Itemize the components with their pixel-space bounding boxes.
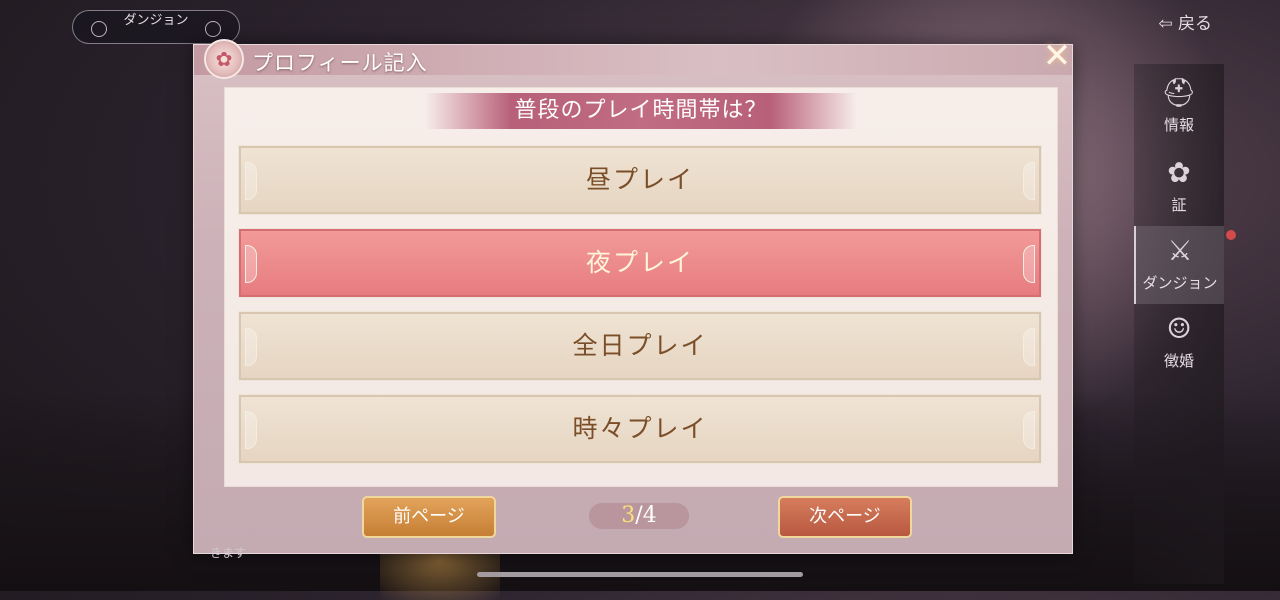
side-menu: ⛑ 情報 ✿ 証 ⚔ ダンジョン ☺ 徴婚: [1134, 64, 1236, 584]
option-ornament-left: [245, 411, 257, 449]
option-night-play[interactable]: 夜プレイ: [238, 228, 1042, 298]
option-ornament-right: [1023, 245, 1035, 283]
side-item-proof[interactable]: ✿ 証: [1134, 156, 1224, 215]
option-ornament-right: [1023, 411, 1035, 449]
lotus-icon: ✿: [1167, 156, 1191, 189]
back-label: 戻る: [1178, 14, 1212, 34]
dungeon-pill-button[interactable]: ダンジョン: [72, 10, 240, 44]
option-ornament-right: [1023, 328, 1035, 366]
side-item-proof-label: 証: [1171, 196, 1187, 214]
next-page-button[interactable]: 次ページ: [778, 496, 912, 538]
lotus-emblem-icon: ✿: [204, 39, 244, 79]
helmet-icon: ⛑: [1161, 76, 1197, 109]
page-indicator: 3/4: [589, 503, 689, 529]
option-ornament-left: [245, 245, 257, 283]
close-icon[interactable]: ✕: [1038, 37, 1076, 75]
ornament-right-icon: [205, 21, 221, 37]
option-sometimes-play[interactable]: 時々プレイ: [238, 394, 1042, 464]
side-item-info-label: 情報: [1163, 116, 1194, 134]
option-all-day-play[interactable]: 全日プレイ: [238, 311, 1042, 381]
side-item-marriage[interactable]: ☺ 徴婚: [1134, 312, 1224, 371]
option-label: 時々プレイ: [572, 414, 708, 443]
sword-emblem-icon: ⚔: [1167, 234, 1193, 267]
question-banner: 普段のプレイ時間帯は？: [425, 93, 857, 129]
footer-hint: きます: [210, 546, 247, 560]
option-ornament-right: [1023, 162, 1035, 200]
portrait-icon: ☺: [1166, 312, 1192, 345]
back-arrow-icon: ⇦: [1158, 14, 1173, 34]
page-current: 3: [621, 503, 636, 528]
profile-dialog: ✿ プロフィール記入 ✕ 普段のプレイ時間帯は？ 昼プレイ 夜プレイ 全日プレイ…: [193, 37, 1073, 554]
prev-page-button[interactable]: 前ページ: [362, 496, 496, 538]
back-button[interactable]: ⇦ 戻る: [1158, 9, 1212, 34]
option-label: 全日プレイ: [572, 331, 708, 360]
option-label: 夜プレイ: [585, 248, 694, 277]
ornament-left-icon: [91, 21, 107, 37]
side-item-info[interactable]: ⛑ 情報: [1134, 76, 1224, 135]
dungeon-pill-label: ダンジョン: [123, 13, 189, 28]
option-ornament-left: [245, 328, 257, 366]
option-ornament-left: [245, 162, 257, 200]
option-day-play[interactable]: 昼プレイ: [238, 145, 1042, 215]
notification-dot: [1226, 230, 1236, 240]
side-item-marriage-label: 徴婚: [1163, 352, 1194, 370]
option-label: 昼プレイ: [585, 165, 694, 194]
dialog-content: 普段のプレイ時間帯は？ 昼プレイ 夜プレイ 全日プレイ 時々プレイ: [224, 87, 1058, 487]
side-item-dungeon[interactable]: ⚔ ダンジョン: [1134, 226, 1236, 304]
dialog-title: プロフィール記入: [252, 51, 428, 75]
page-total: /4: [635, 503, 657, 528]
side-item-dungeon-label: ダンジョン: [1142, 274, 1218, 292]
home-indicator[interactable]: [477, 572, 803, 577]
